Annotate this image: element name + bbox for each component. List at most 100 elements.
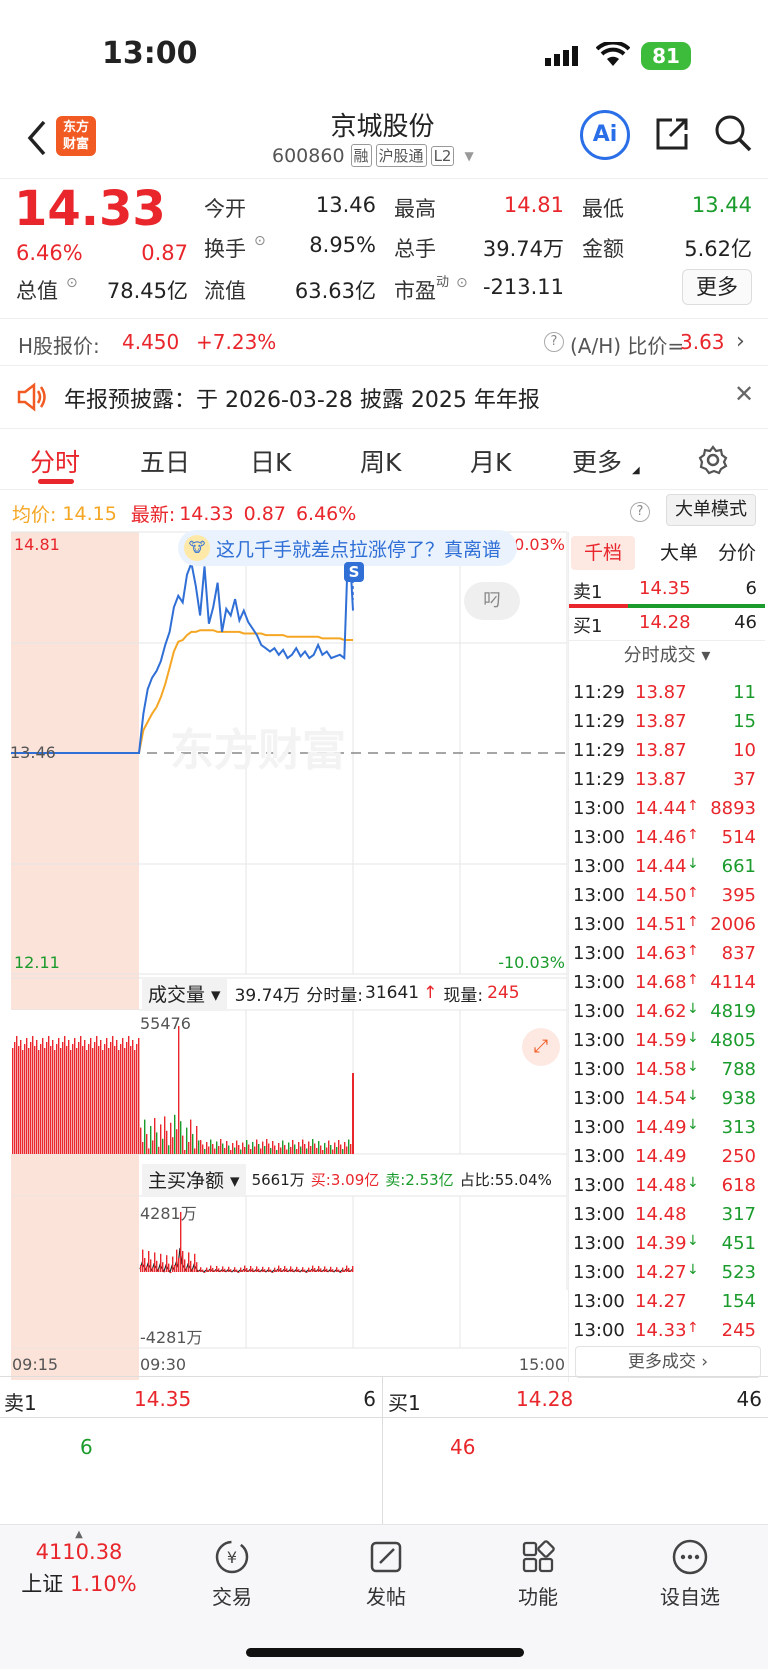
change-pct: 6.46%: [16, 241, 83, 265]
volume-bar: [210, 1139, 212, 1154]
tab-thousand-level[interactable]: 千档: [571, 536, 635, 570]
ai-button[interactable]: Ai: [580, 110, 630, 160]
share-icon[interactable]: [652, 114, 692, 158]
eastmoney-logo[interactable]: 东方 财富: [56, 116, 96, 156]
volume-bar: [260, 1148, 262, 1154]
volume-bar: [234, 1147, 236, 1154]
back-icon[interactable]: [22, 118, 52, 158]
netbuy-bar: [326, 1268, 328, 1272]
netbuy-bar: [316, 1270, 318, 1272]
tab-monthly-k[interactable]: 月K: [470, 443, 511, 479]
volume-bar: [70, 1050, 72, 1154]
more-arrow-icon: ◢: [632, 465, 640, 476]
info-icon[interactable]: ⊙: [66, 275, 78, 291]
volume-max-label: 55476: [140, 1014, 191, 1033]
volume-bar: [256, 1139, 258, 1154]
stock-code-row[interactable]: 600860 融 沪股通 L2 ▼: [272, 144, 474, 167]
volume-selector[interactable]: 成交量 ▾: [142, 977, 227, 1009]
trade-row: 13:00 14.33 ↑ 245: [569, 1316, 764, 1345]
volume-bar: [266, 1139, 268, 1154]
close-icon[interactable]: ✕: [734, 380, 754, 408]
netbuy-bar: [218, 1268, 220, 1272]
netbuy-bar: [262, 1266, 264, 1272]
netbuy-bar: [292, 1268, 294, 1272]
trade-price: 14.49: [635, 1117, 687, 1138]
tab-five-day[interactable]: 五日: [140, 443, 190, 479]
info-icon[interactable]: ⊙: [254, 233, 266, 249]
volume-bar: [92, 1048, 94, 1154]
low-value: 13.44: [691, 193, 752, 217]
tab-trade[interactable]: ¥ 交易: [182, 1525, 282, 1610]
volume-bar: [108, 1048, 110, 1154]
book-sell1-detail: 6: [80, 1435, 93, 1459]
netbuy-bar: [154, 1252, 156, 1272]
netbuy-selector[interactable]: 主买净额 ▾: [142, 1163, 246, 1195]
netbuy-bar: [332, 1269, 334, 1272]
volume-bar: [318, 1141, 320, 1154]
more-button[interactable]: 更多: [682, 269, 752, 305]
tab-post[interactable]: 发帖: [336, 1525, 436, 1610]
tab-add-watchlist[interactable]: 设自选: [640, 1525, 740, 1610]
comment-bubble[interactable]: 🐮 这几千手就差点拉涨停了？真离谱: [178, 530, 518, 566]
tab-weekly-k[interactable]: 周K: [360, 443, 401, 479]
volume-bar: [270, 1148, 272, 1154]
more-trades-button[interactable]: 更多成交 ›: [575, 1346, 761, 1378]
netbuy-bar: [318, 1266, 320, 1272]
index-ticker[interactable]: ▲ 4110.38 上证 1.10%: [14, 1525, 144, 1598]
trades-title[interactable]: 分时成交 ▾: [569, 640, 765, 670]
volume-bar: [140, 1127, 142, 1154]
netbuy-bar: [144, 1258, 146, 1272]
mktcap-label: 总值: [16, 279, 58, 303]
chart-tabs: 分时 五日 日K 周K 月K 更多 ◢: [0, 428, 768, 490]
netbuy-bar: [220, 1270, 222, 1272]
volume-bar: [120, 1044, 122, 1154]
tab-daily-k[interactable]: 日K: [250, 443, 291, 479]
tab-intraday[interactable]: 分时: [30, 443, 80, 479]
trade-volume: 313: [721, 1117, 756, 1138]
volume-bar: [214, 1148, 216, 1154]
reply-button[interactable]: 叼: [464, 582, 520, 620]
netbuy-bar: [174, 1265, 176, 1272]
notice-bar[interactable]: 年报预披露：于 2026-03-28 披露 2025 年年报 ✕: [0, 366, 768, 426]
volume-bar: [314, 1143, 316, 1154]
volume-bar: [132, 1040, 134, 1154]
chevron-right-icon: ›: [736, 329, 745, 354]
volume-bar: [64, 1036, 66, 1154]
volume-bar: [86, 1050, 88, 1154]
trade-volume: 514: [721, 827, 756, 848]
h-share-row[interactable]: H股报价: 4.450 +7.23% ? (A/H) 比价= 3.63 ›: [0, 318, 768, 366]
battery-level: 81: [652, 44, 680, 68]
trade-time: 13:00: [573, 1117, 625, 1138]
tab-functions[interactable]: 功能: [488, 1525, 588, 1610]
amount-value: 5.62亿: [684, 237, 752, 261]
s-badge[interactable]: S: [344, 562, 364, 582]
trade-time: 13:00: [573, 827, 625, 848]
now-vol-label: 现量:: [443, 985, 484, 1006]
pe-value: -213.11: [482, 275, 564, 299]
netbuy-bar: [142, 1249, 144, 1272]
up-triangle-icon: ▲: [75, 1529, 83, 1540]
volume-bar: [72, 1044, 74, 1154]
tab-big-order[interactable]: 大单: [651, 536, 707, 570]
volume-bar: [226, 1141, 228, 1154]
expand-icon[interactable]: ⤢: [522, 1028, 560, 1066]
volume-bar: [16, 1036, 18, 1154]
settings-icon[interactable]: [698, 445, 728, 479]
search-icon[interactable]: [712, 112, 754, 158]
volume-bar: [288, 1142, 290, 1154]
turnover-value: 8.95%: [309, 233, 376, 257]
turnover-label: 换手: [204, 237, 246, 261]
trade-price: 14.59: [635, 1030, 687, 1051]
help-icon[interactable]: ?: [544, 332, 564, 352]
index-name: 上证: [21, 1572, 64, 1596]
trade-arrow-icon: ↑: [687, 885, 699, 901]
tab-more[interactable]: 更多: [572, 443, 622, 479]
tab-price-dist[interactable]: 分价: [709, 536, 765, 570]
volume-bar: [352, 1073, 354, 1154]
netbuy-bar: [350, 1270, 352, 1272]
trade-price: 14.50: [635, 885, 687, 906]
netbuy-bar: [294, 1271, 296, 1272]
info-icon[interactable]: ⊙: [456, 275, 468, 291]
netbuy-bar: [330, 1266, 332, 1272]
order-book: 卖1 14.35 6 6 买1 14.28 46 46: [0, 1376, 768, 1525]
